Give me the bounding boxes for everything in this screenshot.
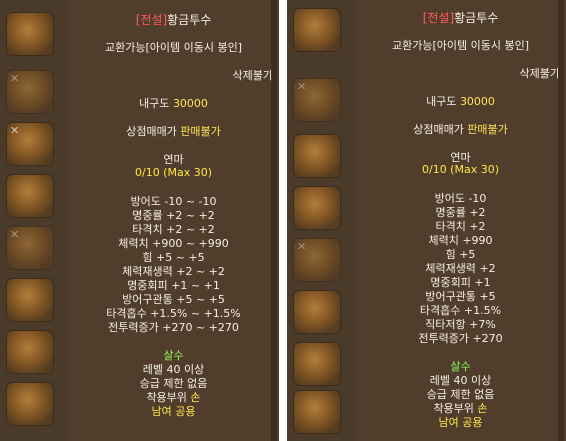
item-title: [전설]황금투수 <box>355 9 566 26</box>
inventory-slot[interactable]: ✕ <box>6 70 54 114</box>
inventory-slot[interactable]: ✕ <box>6 122 54 166</box>
shop-price: 상점매매가 판매불가 <box>355 121 566 137</box>
inventory-slot[interactable]: ✕ <box>293 78 341 122</box>
item-name: 황금투수 <box>167 13 212 27</box>
inventory-slot[interactable] <box>6 12 54 56</box>
shop-price-label: 상점매매가 <box>413 123 464 136</box>
trade-info: 교환가능[아이템 이동시 봉인] <box>391 39 529 52</box>
inventory-slot[interactable] <box>293 342 341 386</box>
close-icon: ✕ <box>10 124 20 137</box>
close-icon: ✕ <box>10 228 20 241</box>
gender: 남여 공용 <box>151 405 196 418</box>
inventory-slot[interactable]: ✕ <box>293 238 341 282</box>
inventory-slot[interactable] <box>293 290 341 334</box>
delete-info: 삭제불가 <box>232 69 273 82</box>
stat-line: 전투력증가 +270 <box>418 332 503 345</box>
inventory-slot-column: ✕ ✕ ✕ <box>0 0 68 441</box>
shop-price-value: 판매불가 <box>180 125 221 138</box>
delete-info: 삭제불가 <box>519 67 560 80</box>
tooltip-body: [전설]황금투수 교환가능[아이템 이동시 봉인] 삭제불가 내구도 30000… <box>355 0 566 441</box>
item-grade: [전설] <box>422 11 455 25</box>
close-icon: ✕ <box>297 80 307 93</box>
inventory-slot[interactable] <box>293 134 341 178</box>
tooltip-body: [전설]황금투수 교환가능[아이템 이동시 봉인] 삭제불가 내구도 30000… <box>68 0 279 441</box>
refine-value: 0/10 (Max 30) <box>134 166 213 179</box>
close-icon: ✕ <box>297 240 307 253</box>
item-tooltip-left: ✕ ✕ ✕ [전설]황금투수 교환가능[아이템 이동시 봉인] 삭제불가 내구도… <box>0 0 279 441</box>
item-tooltip-right: ✕ ✕ [전설]황금투수 교환가능[아이템 이동시 봉인] 삭제불가 내구도 3… <box>287 0 566 441</box>
inventory-slot-column: ✕ ✕ <box>287 0 355 441</box>
refine-label: 연마 <box>163 153 184 166</box>
item-name: 황금투수 <box>454 11 499 25</box>
close-icon: ✕ <box>10 72 20 85</box>
item-title: [전설]황금투수 <box>68 11 279 28</box>
durability-label: 내구도 <box>139 97 170 110</box>
item-grade: [전설] <box>135 13 168 27</box>
gender: 남여 공용 <box>438 416 483 429</box>
durability-label: 내구도 <box>426 95 457 108</box>
trade-info: 교환가능[아이템 이동시 봉인] <box>104 41 242 54</box>
durability-value: 30000 <box>459 95 495 108</box>
inventory-slot[interactable] <box>293 390 341 434</box>
inventory-slot[interactable] <box>6 382 54 426</box>
durability: 내구도 30000 <box>68 95 279 111</box>
inventory-slot[interactable] <box>6 174 54 218</box>
inventory-slot[interactable] <box>293 8 341 52</box>
durability: 내구도 30000 <box>355 93 566 109</box>
inventory-slot[interactable] <box>6 330 54 374</box>
shop-price-label: 상점매매가 <box>126 125 177 138</box>
inventory-slot[interactable]: ✕ <box>6 226 54 270</box>
shop-price: 상점매매가 판매불가 <box>68 123 279 139</box>
scrollbar[interactable] <box>271 0 277 441</box>
inventory-slot[interactable] <box>293 186 341 230</box>
refine-value: 0/10 (Max 30) <box>421 163 500 176</box>
durability-value: 30000 <box>172 97 208 110</box>
shop-price-value: 판매불가 <box>467 123 508 136</box>
scrollbar[interactable] <box>558 0 564 441</box>
inventory-slot[interactable] <box>6 278 54 322</box>
stat-line: 전투력증가 +270 ~ +270 <box>108 321 239 334</box>
